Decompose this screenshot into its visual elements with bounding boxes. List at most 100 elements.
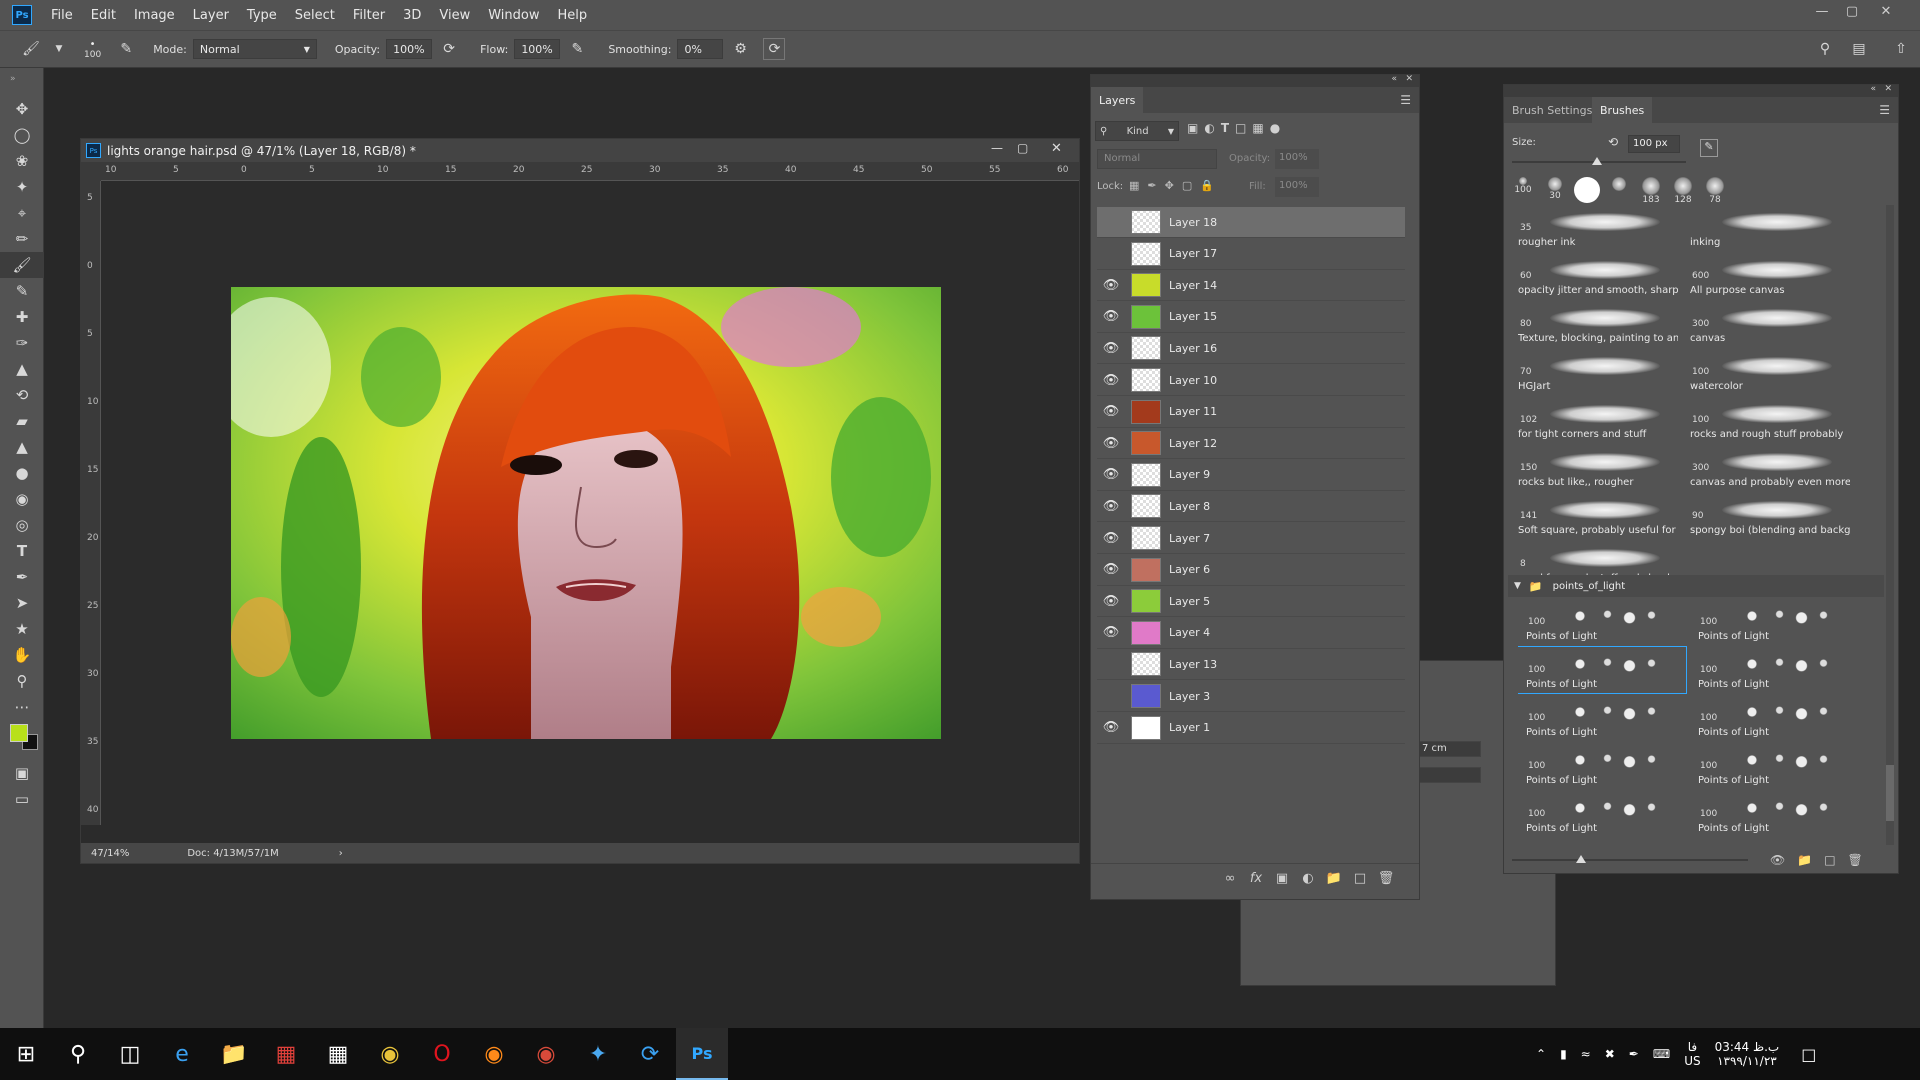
lock-transparent-icon[interactable]: ▦ [1129, 179, 1139, 192]
brush-preset[interactable]: 100 Points of Light [1690, 743, 1858, 789]
mode-select[interactable]: Normal ▼ [192, 39, 317, 59]
sponge-tool-icon[interactable]: ◎ [0, 512, 44, 538]
menu-edit[interactable]: Edit [82, 8, 125, 23]
brush-preset[interactable]: 600 All purpose canvas [1682, 253, 1850, 299]
canvas-painting[interactable] [231, 287, 941, 739]
pen-icon[interactable]: ✒ [1629, 1047, 1639, 1061]
history-brush-tool-icon[interactable]: ⟲ [0, 382, 44, 408]
close-icon[interactable]: ✕ [1884, 84, 1892, 94]
brush-preset[interactable]: inking [1682, 205, 1850, 251]
minimize-icon[interactable]: — [1808, 0, 1836, 22]
adjustment-filter-icon[interactable]: ◐ [1204, 121, 1214, 135]
filter-toggle-icon[interactable]: ● [1270, 121, 1280, 135]
menu-layer[interactable]: Layer [184, 8, 238, 23]
visibility-eye-icon[interactable]: 👁 [1097, 586, 1125, 617]
flow-input[interactable]: 100% [514, 39, 561, 59]
brush-preset[interactable]: 141 Soft square, probably useful for c... [1510, 493, 1678, 539]
layer-row[interactable]: 👁 Layer 6 [1097, 555, 1405, 586]
layer-opacity-input[interactable]: 100% [1275, 149, 1319, 169]
battery-icon[interactable]: ▮ [1560, 1047, 1567, 1061]
shape-tool-icon[interactable]: ★ [0, 616, 44, 642]
lock-position-icon[interactable]: ✥ [1165, 179, 1174, 192]
move-tool-icon[interactable]: ✥ [0, 96, 44, 122]
brush-tool-icon[interactable]: 🖌 [20, 38, 42, 60]
brush-group-row[interactable]: ▼ 📁 points_of_light [1508, 575, 1884, 597]
trash-icon[interactable]: 🗑 [1373, 871, 1399, 886]
visibility-eye-icon[interactable]: 👁 [1097, 617, 1125, 648]
eraser-tool-icon[interactable]: ▰ [0, 408, 44, 434]
brush-preset[interactable]: 100 Points of Light [1518, 791, 1686, 837]
brush-preset[interactable]: 90 spongy boi (blending and backgr... [1682, 493, 1850, 539]
brush-preset[interactable]: 100 Points of Light [1690, 599, 1858, 645]
visibility-toggle-icon[interactable]: 👁 [1770, 853, 1785, 867]
chevron-down-icon[interactable]: ▼ [1514, 581, 1521, 591]
brush-preset[interactable]: 100 Points of Light [1518, 646, 1687, 694]
close-icon[interactable]: ✕ [1872, 0, 1900, 22]
brush-preset[interactable]: 100 Points of Light [1690, 695, 1858, 741]
mixer-brush-tool-icon[interactable]: ✑ [0, 330, 44, 356]
new-group-icon[interactable]: 📁 [1321, 871, 1347, 886]
chevron-up-icon[interactable]: ⌃ [1536, 1047, 1546, 1061]
app-disc-icon[interactable]: ◉ [520, 1028, 572, 1080]
crop-tool-icon[interactable]: ⌖ [0, 200, 44, 226]
stamp-tool-icon[interactable]: ▲ [0, 356, 44, 382]
eyedropper-tool-icon[interactable]: ✏ [0, 226, 44, 252]
document-titlebar[interactable]: Ps lights orange hair.psd @ 47/1% (Layer… [81, 139, 1079, 163]
gear-icon[interactable]: ⚙ [729, 38, 751, 60]
layer-row[interactable]: 👁 Layer 16 [1097, 333, 1405, 365]
volume-muted-icon[interactable]: ✖ [1605, 1047, 1615, 1061]
brush-preset[interactable]: 8good for rough stuff and clouds [1510, 541, 1678, 575]
layer-row[interactable]: 👁 Layer 3 [1097, 681, 1405, 712]
maximize-icon[interactable]: ▢ [1838, 0, 1866, 22]
create-brush-icon[interactable]: ✎ [1700, 139, 1718, 157]
quick-mask-icon[interactable]: ▣ [0, 760, 44, 786]
brush-size-input[interactable]: 100 px [1628, 135, 1680, 153]
behind-panel-field[interactable]: 7 cm [1417, 741, 1481, 757]
brush-preset[interactable]: 300 canvas and probably even more r... [1682, 445, 1850, 491]
visibility-eye-icon[interactable]: 👁 [1097, 207, 1125, 238]
hand-tool-icon[interactable]: ✋ [0, 642, 44, 668]
app-sync-icon[interactable]: ⟳ [624, 1028, 676, 1080]
brush-preset-picker[interactable]: • 100 [84, 39, 101, 60]
tab-brushes[interactable]: Brushes [1592, 97, 1653, 123]
panel-menu-icon[interactable]: ☰ [1879, 103, 1890, 117]
vertical-ruler[interactable]: 5 0 5 10 15 20 25 30 35 40 [81, 181, 101, 825]
fill-input[interactable]: 100% [1275, 177, 1319, 197]
type-filter-icon[interactable]: T [1221, 121, 1229, 135]
language-indicator[interactable]: فا US [1684, 1040, 1700, 1068]
maximize-icon[interactable]: ▢ [1017, 141, 1028, 155]
opacity-pressure-icon[interactable]: ⟳ [438, 38, 460, 60]
reset-icon[interactable]: ⟲ [1608, 135, 1618, 149]
lasso-tool-icon[interactable]: ❀ [0, 148, 44, 174]
chrome-icon[interactable]: ◉ [364, 1028, 416, 1080]
search-icon[interactable]: ⚲ [52, 1028, 104, 1080]
pencil-tool-icon[interactable]: ✎ [0, 278, 44, 304]
share-icon[interactable]: ⇧ [1890, 38, 1912, 60]
brush-preset[interactable]: 100 rocks and rough stuff probably [1682, 397, 1850, 443]
search-icon[interactable]: ⚲ [1814, 38, 1836, 60]
brush-preset[interactable]: 102 for tight corners and stuff [1510, 397, 1678, 443]
brush-tool-icon[interactable]: 🖌 [0, 252, 44, 278]
adjustment-layer-icon[interactable]: ◐ [1295, 871, 1321, 886]
zoom-readout[interactable]: 47/14% [91, 848, 129, 859]
chevron-right-icon[interactable]: › [339, 848, 343, 859]
dodge-tool-icon[interactable]: ◉ [0, 486, 44, 512]
visibility-eye-icon[interactable]: 👁 [1097, 333, 1125, 364]
path-selection-tool-icon[interactable]: ➤ [0, 590, 44, 616]
slider-thumb[interactable] [1576, 855, 1586, 863]
brush-preset[interactable]: 80 Texture, blocking, painting to an... [1510, 301, 1678, 347]
close-icon[interactable]: ✕ [1051, 141, 1062, 156]
visibility-eye-icon[interactable]: 👁 [1097, 238, 1125, 269]
lock-all-icon[interactable]: 🔒 [1200, 179, 1214, 192]
workspace-icon[interactable]: ▤ [1848, 38, 1870, 60]
brush-preset[interactable]: 35 rougher ink [1510, 205, 1678, 251]
screen-mode-icon[interactable]: ▭ [0, 786, 44, 812]
shape-filter-icon[interactable]: □ [1235, 121, 1246, 135]
type-tool-icon[interactable]: T [0, 538, 44, 564]
opacity-input[interactable]: 100% [386, 39, 433, 59]
layer-row[interactable]: 👁 Layer 8 [1097, 491, 1405, 523]
visibility-eye-icon[interactable]: 👁 [1097, 523, 1125, 554]
keyboard-icon[interactable]: ⌨ [1653, 1047, 1670, 1061]
layer-row[interactable]: 👁 Layer 15 [1097, 302, 1405, 333]
visibility-eye-icon[interactable]: 👁 [1097, 649, 1125, 680]
